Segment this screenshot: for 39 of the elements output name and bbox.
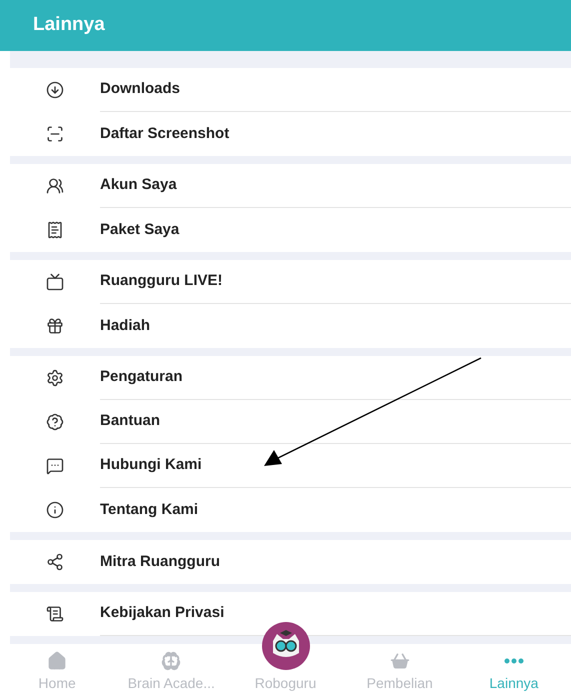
chat-icon: [46, 457, 64, 475]
menu-item[interactable]: Ruangguru LIVE!: [10, 260, 571, 304]
document-icon: [46, 605, 64, 623]
menu-label: Ruangguru LIVE!: [100, 271, 222, 292]
menu-label: Bantuan: [100, 411, 160, 432]
menu-label: Pengaturan: [100, 367, 183, 388]
basket-icon: [390, 651, 410, 671]
help-icon: [46, 413, 64, 431]
user-icon: [46, 177, 64, 195]
menu-label: Paket Saya: [100, 220, 180, 240]
settings-icon: [46, 369, 64, 387]
gift-icon: [46, 317, 64, 335]
menu-item[interactable]: Hadiah: [10, 304, 571, 348]
menu-item[interactable]: Tentang Kami: [10, 488, 571, 532]
info-icon: [46, 501, 64, 519]
more-icon: [504, 658, 524, 664]
menu-label: Tentang Kami: [100, 500, 198, 520]
tv-icon: [46, 273, 64, 291]
share-icon: [46, 553, 64, 571]
receipt-icon: [46, 221, 64, 239]
menu-label: Daftar Screenshot: [100, 124, 230, 144]
menu-item[interactable]: Daftar Screenshot: [10, 112, 571, 156]
screenshot-icon: [46, 125, 64, 143]
menu-label: Hubungi Kami: [100, 455, 202, 476]
menu-item[interactable]: Paket Saya: [10, 208, 571, 252]
menu-item[interactable]: Pengaturan: [10, 356, 571, 400]
menu-item[interactable]: Bantuan: [10, 400, 571, 444]
download-icon: [46, 81, 64, 99]
brain-icon: [161, 651, 182, 671]
menu-label: Downloads: [100, 79, 180, 100]
menu-label: Akun Saya: [100, 175, 177, 196]
menu-label: Hadiah: [100, 316, 150, 336]
header-title: Lainnya: [33, 13, 105, 38]
home-icon: [47, 651, 68, 671]
menu-label: Kebijakan Privasi: [100, 603, 224, 624]
menu-label: Mitra Ruangguru: [100, 552, 220, 572]
menu-item[interactable]: Akun Saya: [10, 164, 571, 208]
menu-item[interactable]: Mitra Ruangguru: [10, 540, 571, 584]
menu-item[interactable]: Downloads: [10, 68, 571, 112]
